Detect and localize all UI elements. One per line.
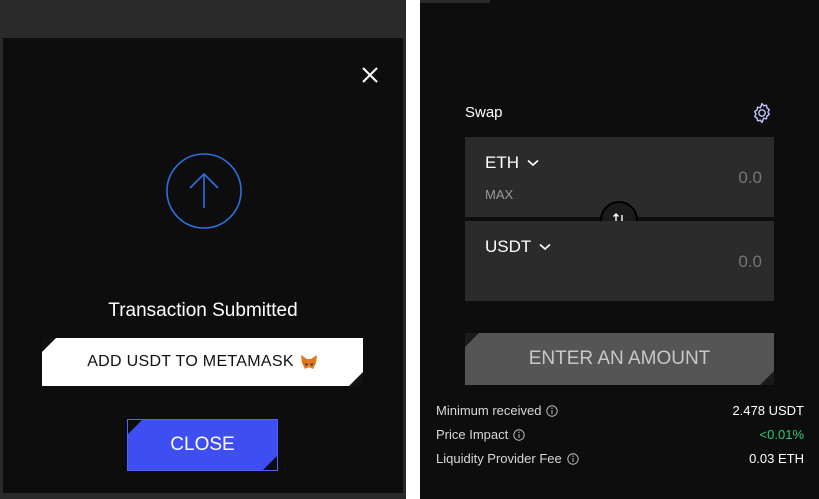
liquidity-provider-fee-row: Liquidity Provider Fee 0.03 ETH	[436, 451, 804, 466]
to-token-box: USDT	[465, 221, 774, 301]
swap-title: Swap	[465, 104, 503, 121]
top-tab-indicator	[420, 0, 490, 3]
arrow-up-icon	[166, 153, 242, 229]
to-token-symbol: USDT	[485, 237, 532, 256]
info-icon[interactable]	[567, 452, 579, 465]
add-token-to-metamask-button[interactable]: ADD USDT TO METAMASK	[42, 338, 363, 386]
info-icon[interactable]	[546, 404, 559, 417]
button-corner-decoration	[263, 456, 277, 470]
from-token-symbol: ETH	[485, 153, 519, 172]
from-token-select[interactable]: ETH	[485, 153, 539, 173]
button-corner-decoration	[760, 371, 774, 385]
button-corner-decoration	[465, 333, 479, 347]
minimum-received-label: Minimum received	[436, 403, 542, 418]
price-impact-label: Price Impact	[436, 427, 509, 442]
button-corner-decoration	[349, 372, 363, 386]
lp-fee-label: Liquidity Provider Fee	[436, 451, 562, 466]
price-impact-value: <0.01%	[759, 427, 804, 442]
to-token-select[interactable]: USDT	[485, 237, 551, 257]
gear-icon[interactable]	[750, 101, 774, 125]
button-corner-decoration	[128, 420, 142, 434]
to-amount-input[interactable]	[642, 252, 762, 272]
lp-fee-label-wrap: Liquidity Provider Fee	[436, 451, 579, 466]
minimum-received-label-wrap: Minimum received	[436, 403, 559, 418]
info-icon[interactable]	[513, 428, 525, 441]
close-label: CLOSE	[170, 434, 235, 455]
enter-amount-button[interactable]: ENTER AN AMOUNT	[465, 333, 774, 385]
metamask-fox-icon	[300, 355, 317, 369]
chevron-down-icon	[539, 243, 551, 251]
max-button[interactable]: MAX	[485, 187, 513, 202]
chevron-down-icon	[527, 159, 539, 167]
price-impact-row: Price Impact <0.01%	[436, 427, 804, 442]
transaction-modal: Transaction Submitted ADD USDT TO METAMA…	[3, 38, 403, 493]
close-button[interactable]: CLOSE	[127, 419, 278, 471]
close-icon[interactable]	[359, 64, 381, 86]
from-amount-input[interactable]	[642, 168, 762, 188]
left-backdrop: Transaction Submitted ADD USDT TO METAMA…	[0, 0, 406, 499]
enter-amount-label: ENTER AN AMOUNT	[528, 348, 711, 369]
add-token-label: ADD USDT TO METAMASK	[87, 353, 294, 370]
minimum-received-row: Minimum received 2.478 USDT	[436, 403, 804, 418]
transaction-status-title: Transaction Submitted	[108, 300, 298, 321]
price-impact-label-wrap: Price Impact	[436, 427, 525, 442]
button-corner-decoration	[42, 338, 56, 352]
minimum-received-value: 2.478 USDT	[732, 403, 804, 418]
lp-fee-value: 0.03 ETH	[749, 451, 804, 466]
swap-panel: Swap ETH MAX USDT E	[420, 0, 819, 499]
